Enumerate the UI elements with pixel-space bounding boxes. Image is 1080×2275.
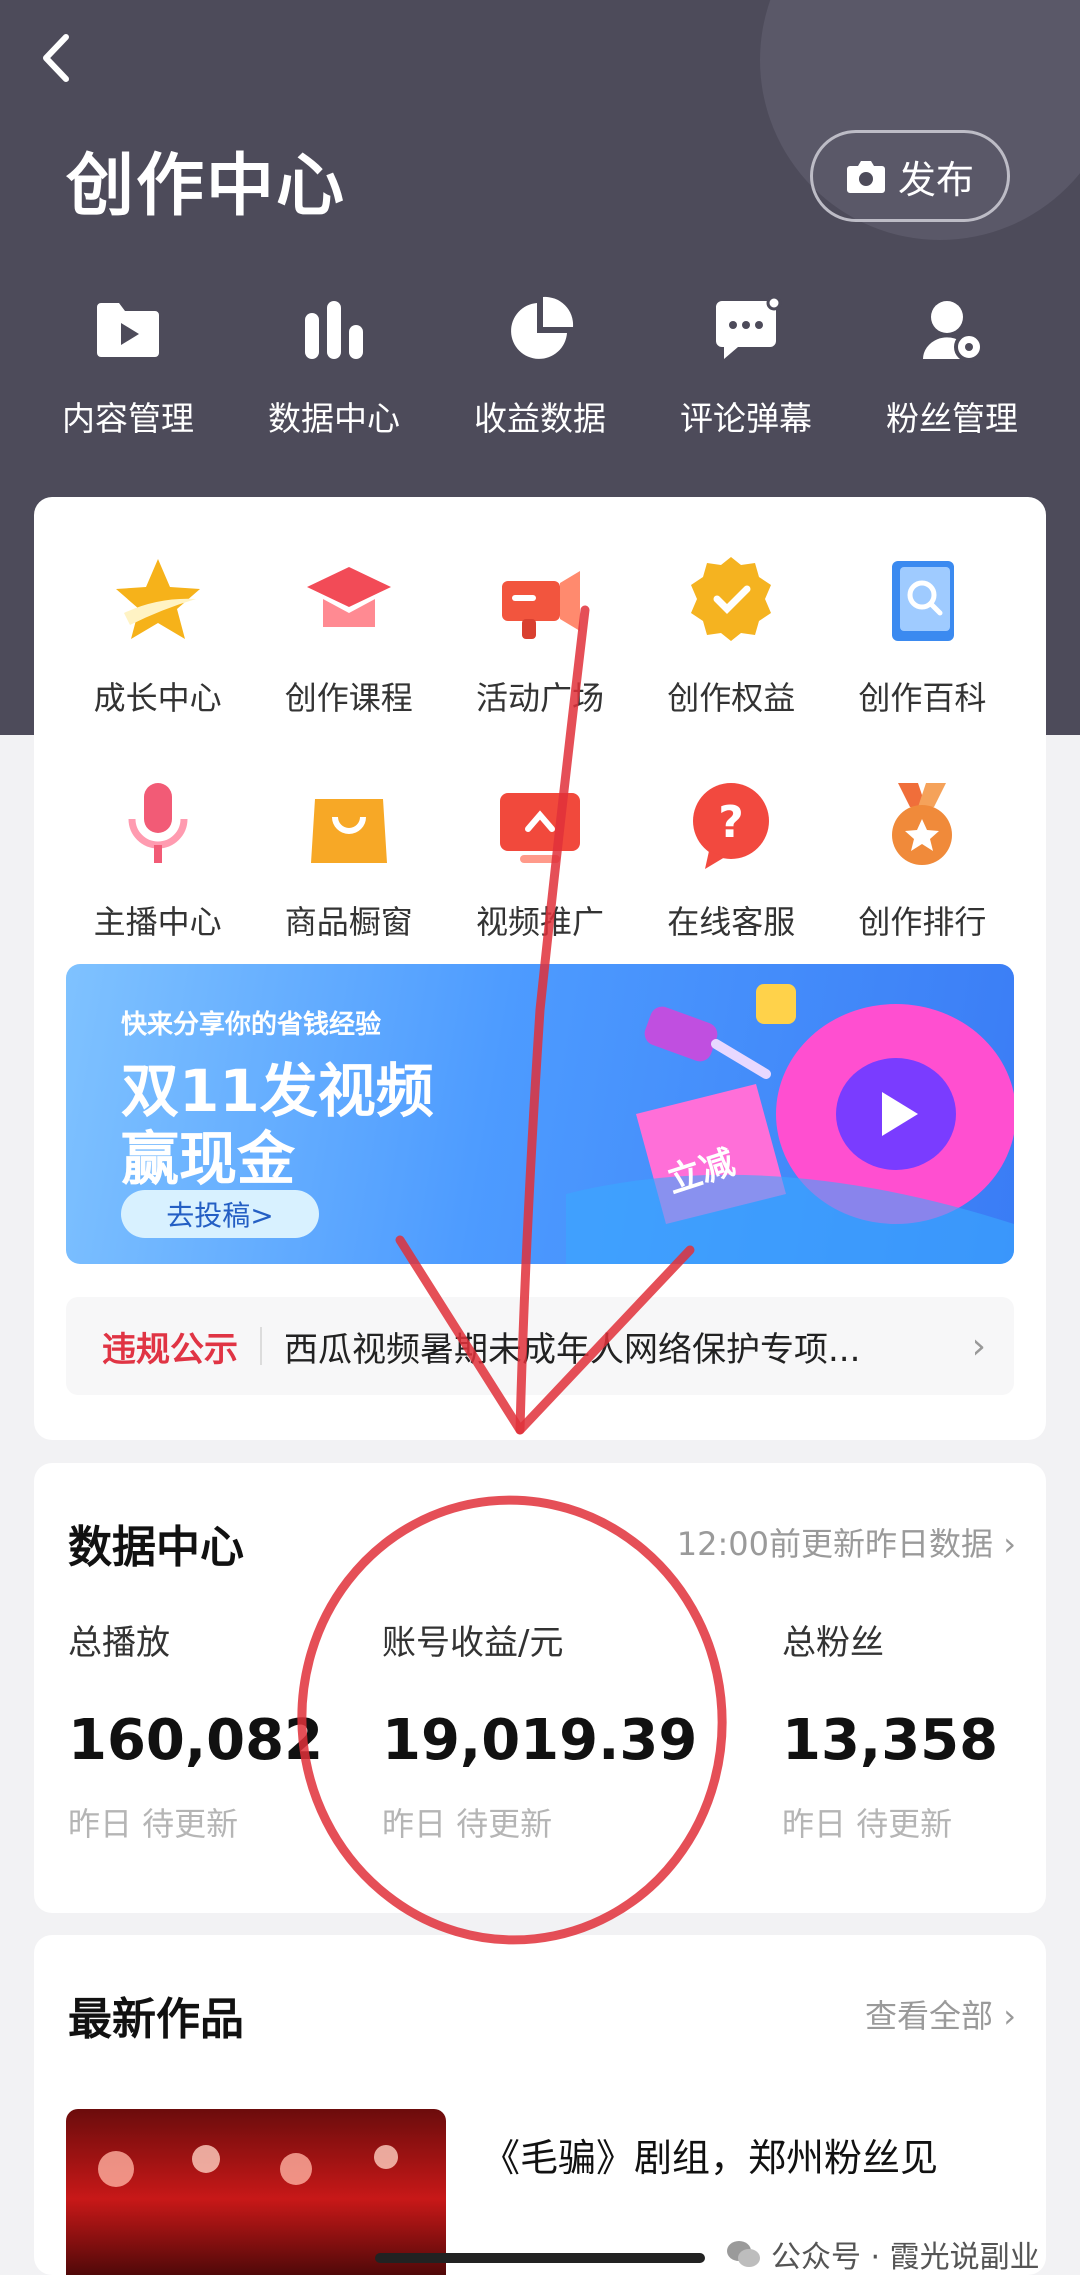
watermark: 公众号 · 霞光说副业	[725, 2232, 1040, 2275]
wechat-icon	[727, 2241, 760, 2267]
watermark-text: 公众号 · 霞光说副业	[771, 2240, 1040, 2275]
annotation-arrow-head	[395, 1235, 695, 1435]
annotation-circle	[297, 1495, 727, 1945]
annotation-overlay	[297, 605, 727, 1945]
annotation-arrow-line	[515, 605, 590, 1435]
home-indicator[interactable]	[375, 2253, 705, 2263]
